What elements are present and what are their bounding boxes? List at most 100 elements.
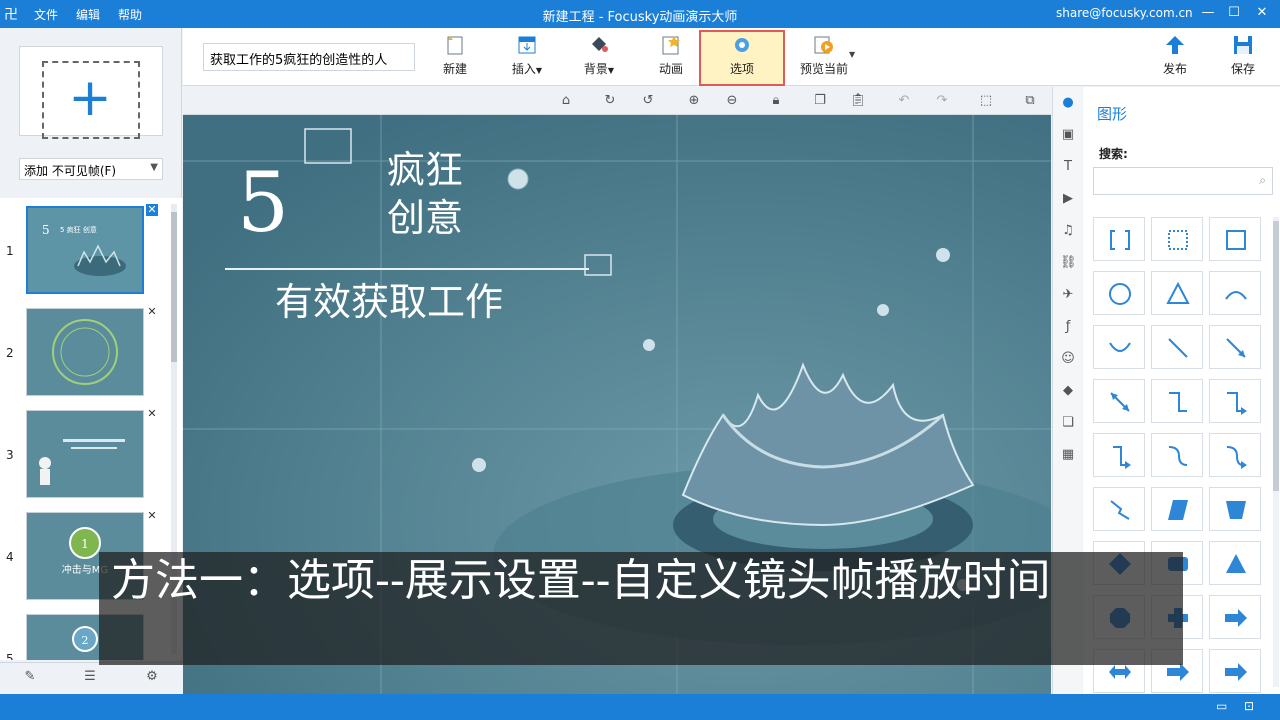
shape-right-arrow-icon[interactable]: [1209, 595, 1261, 639]
frame-number: 3: [6, 448, 14, 462]
frame-thumbnail[interactable]: 3 ✕: [0, 408, 170, 506]
shape-notched-arrow-icon[interactable]: [1209, 649, 1261, 693]
project-title-input[interactable]: 获取工作的5疯狂的创造性的人: [203, 43, 415, 71]
delete-frame-icon[interactable]: ✕: [146, 510, 158, 522]
shapes-scrollbar[interactable]: [1273, 217, 1279, 687]
shape-triangle-icon[interactable]: [1151, 271, 1203, 315]
scrollbar-thumb[interactable]: [171, 212, 177, 362]
flash-category-icon[interactable]: ƒ: [1060, 319, 1076, 335]
undo-icon[interactable]: ↶: [895, 92, 913, 110]
shapes-panel-title: 图形: [1097, 105, 1128, 123]
search-icon[interactable]: ⌕: [1259, 173, 1266, 188]
scrollbar-thumb[interactable]: [1273, 221, 1279, 491]
publish-button-label: 发布: [1162, 62, 1187, 76]
preview-button-label: 预览当前: [799, 62, 848, 76]
characters-category-icon[interactable]: ☺: [1060, 351, 1076, 367]
music-category-icon[interactable]: ♫: [1060, 223, 1076, 239]
shape-elbow-connector-icon[interactable]: [1151, 379, 1203, 423]
text-category-icon[interactable]: T: [1060, 159, 1076, 175]
add-frame-button[interactable]: +: [19, 46, 163, 139]
shape-curve-arrow-icon[interactable]: [1093, 325, 1145, 369]
frame-settings-icon[interactable]: ⚙: [142, 669, 162, 689]
paste-icon[interactable]: 📋︎: [849, 92, 867, 110]
close-icon[interactable]: ✕: [1250, 2, 1274, 24]
rotate-left-icon[interactable]: ↺: [639, 92, 657, 110]
maximize-icon[interactable]: ☐: [1222, 2, 1246, 24]
animation-star-icon: [660, 34, 682, 56]
options-button[interactable]: 选项: [699, 30, 785, 86]
shape-elbow-arrow-icon[interactable]: [1209, 379, 1261, 423]
shape-brackets-icon[interactable]: [1093, 217, 1145, 261]
airplane-category-icon[interactable]: ✈: [1060, 287, 1076, 303]
status-bar: ▭ ⊡: [0, 694, 1280, 720]
edit-frame-icon[interactable]: ✎: [20, 669, 40, 689]
lock-icon[interactable]: 🔒︎: [767, 92, 785, 110]
frame-number: 1: [6, 244, 14, 258]
zoom-out-icon[interactable]: ⊖: [723, 92, 741, 110]
shapes-category-icon[interactable]: ●: [1060, 95, 1076, 111]
svg-text:1: 1: [81, 537, 89, 551]
animation-button[interactable]: 动画: [639, 32, 703, 82]
slide-title-line2: 创意: [387, 196, 463, 240]
new-button[interactable]: 新建: [423, 32, 487, 82]
delete-frame-icon[interactable]: ✕: [146, 408, 158, 420]
shape-filled-triangle-icon[interactable]: [1209, 541, 1261, 585]
window-mode-icon[interactable]: ⧉: [1021, 92, 1039, 110]
canvas-toolbar: ⌂ ↻ ↺ ⊕ ⊖ 🔒︎ ❐ 📋︎ ↶ ↷ ⬚ ⧉: [183, 87, 1051, 115]
layers-category-icon[interactable]: ❏: [1060, 415, 1076, 431]
chevron-down-icon[interactable]: ▼: [150, 162, 158, 173]
shape-elbow-double-arrow-icon[interactable]: [1093, 433, 1145, 477]
shape-dashed-rect-icon[interactable]: [1151, 217, 1203, 261]
image-category-icon[interactable]: ▣: [1060, 127, 1076, 143]
frame-preview[interactable]: [26, 308, 144, 396]
background-button[interactable]: 背景▼: [567, 32, 631, 82]
insert-button[interactable]: 插入▼: [495, 32, 559, 82]
plus-icon: +: [68, 68, 112, 128]
upload-arrow-icon: [1164, 34, 1186, 56]
screen-icon[interactable]: ▭: [1216, 699, 1227, 713]
shape-s-curve-arrow-icon[interactable]: [1209, 433, 1261, 477]
preview-dropdown-icon[interactable]: ▼: [849, 50, 855, 59]
link-category-icon[interactable]: ⛓: [1060, 255, 1077, 271]
frame-preview[interactable]: [26, 410, 144, 498]
frame-number: 5: [6, 652, 14, 660]
lock-status-icon[interactable]: ⊡: [1244, 699, 1254, 713]
publish-button[interactable]: 发布: [1143, 32, 1207, 82]
thumb-title: 5 疯狂 创意: [60, 225, 97, 234]
redo-icon[interactable]: ↷: [933, 92, 951, 110]
frame-thumbnail[interactable]: 2 ✕: [0, 306, 170, 404]
shape-arrow-line-icon[interactable]: [1209, 325, 1261, 369]
delete-frame-icon[interactable]: ✕: [146, 204, 158, 216]
delete-frame-icon[interactable]: ✕: [146, 306, 158, 318]
shape-circle-icon[interactable]: [1093, 271, 1145, 315]
frame-notes-icon[interactable]: ☰: [80, 669, 100, 689]
frame-preview[interactable]: 5 5 疯狂 创意: [26, 206, 144, 294]
shape-s-curve-icon[interactable]: [1151, 433, 1203, 477]
zoom-in-icon[interactable]: ⊕: [685, 92, 703, 110]
video-category-icon[interactable]: ▶: [1060, 191, 1076, 207]
new-file-icon: [444, 34, 466, 56]
options-button-label: 选项: [729, 62, 754, 76]
add-frame-type-select[interactable]: 添加 不可见帧(F) ▼: [19, 158, 163, 180]
shape-line-icon[interactable]: [1151, 325, 1203, 369]
layout-category-icon[interactable]: ▦: [1060, 447, 1076, 463]
shape-zigzag-arrow-icon[interactable]: [1093, 487, 1145, 531]
shape-trapezoid-icon[interactable]: [1209, 487, 1261, 531]
shape-double-arrow-line-icon[interactable]: [1093, 379, 1145, 423]
shape-search-input[interactable]: ⌕: [1093, 167, 1273, 195]
shape-parallelogram-icon[interactable]: [1151, 487, 1203, 531]
rotate-right-icon[interactable]: ↻: [601, 92, 619, 110]
cube-category-icon[interactable]: ◆: [1060, 383, 1076, 399]
grid-select-icon[interactable]: ⬚: [977, 92, 995, 110]
save-button[interactable]: 保存: [1211, 32, 1275, 82]
shape-arc-icon[interactable]: [1209, 271, 1261, 315]
save-button-label: 保存: [1230, 62, 1255, 76]
animation-button-label: 动画: [658, 62, 683, 76]
shape-rectangle-icon[interactable]: [1209, 217, 1261, 261]
account-email[interactable]: share@focusky.com.cn: [1056, 6, 1193, 20]
search-label: 搜索:: [1099, 147, 1128, 161]
copy-icon[interactable]: ❐: [811, 92, 829, 110]
minimize-icon[interactable]: —: [1196, 2, 1220, 24]
home-icon[interactable]: ⌂: [557, 92, 575, 110]
frame-thumbnail[interactable]: 1 5 5 疯狂 创意 ✕: [0, 204, 170, 302]
